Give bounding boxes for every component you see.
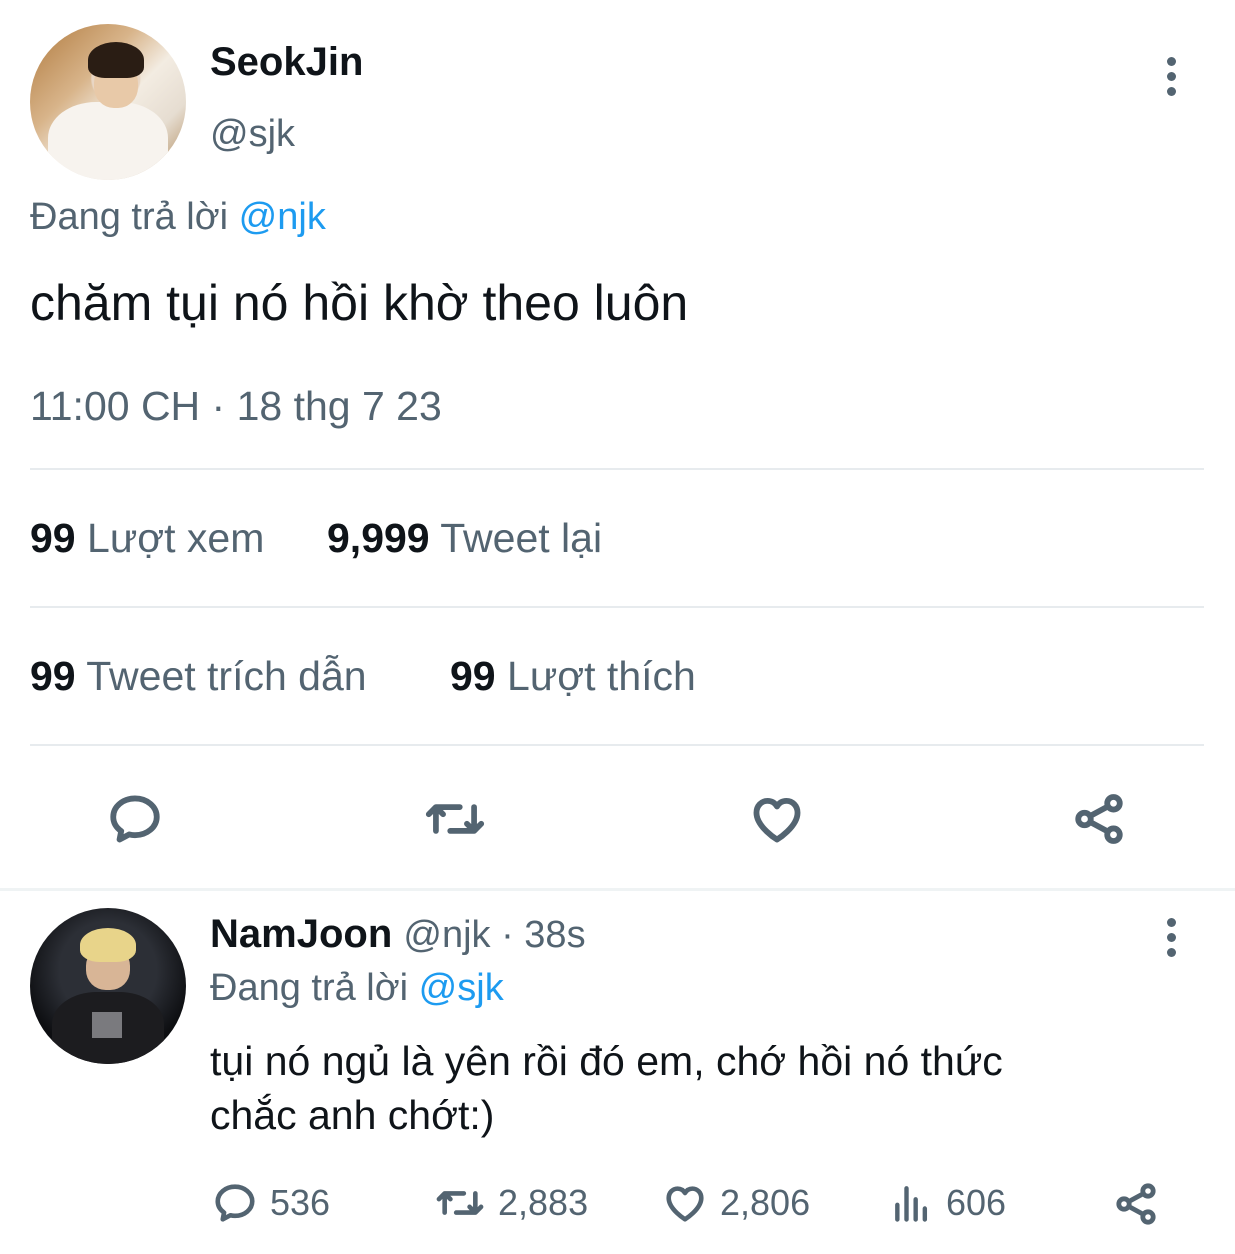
reply-icon — [215, 1184, 255, 1222]
like-count: 2,806 — [720, 1182, 811, 1223]
like-button[interactable] — [742, 784, 812, 854]
replying-to: Đang trả lời @njk — [30, 196, 326, 239]
reply-views-button[interactable]: 606 — [890, 1180, 1006, 1226]
quotes-label: Tweet trích dẫn — [86, 653, 367, 699]
reply-share-button[interactable] — [1112, 1180, 1160, 1228]
reply-text: tụi nó ngủ là yên rồi đó em, chớ hồi nó … — [210, 1034, 1003, 1142]
views-count: 606 — [946, 1182, 1007, 1223]
likes-stat[interactable]: 99 Lượt thích — [450, 653, 696, 700]
reply-reply-button[interactable]: 536 — [212, 1180, 330, 1226]
divider — [30, 744, 1204, 746]
likes-count: 99 — [450, 653, 496, 699]
reply-text-line: tụi nó ngủ là yên rồi đó em, chớ hồi nó … — [210, 1038, 1003, 1084]
reply-display-name[interactable]: NamJoon — [210, 912, 392, 956]
divider — [30, 468, 1204, 470]
retweets-count: 9,999 — [327, 515, 430, 561]
reply-button[interactable] — [100, 784, 170, 854]
reply-text-line: chắc anh chớt:) — [210, 1092, 495, 1138]
avatar-hair — [88, 42, 144, 78]
reply-handle[interactable]: @njk — [403, 914, 490, 956]
tweet-text: chăm tụi nó hồi khờ theo luôn — [30, 275, 689, 331]
reply-icon — [110, 795, 160, 843]
reply-avatar[interactable] — [30, 908, 186, 1064]
display-name[interactable]: SeokJin — [210, 40, 363, 85]
likes-label: Lượt thích — [507, 653, 696, 699]
share-icon — [1075, 794, 1123, 844]
share-button[interactable] — [1064, 784, 1134, 854]
retweet-icon — [425, 804, 485, 834]
avatar[interactable] — [30, 24, 186, 180]
heart-icon — [753, 797, 801, 843]
retweet-button[interactable] — [420, 784, 490, 854]
retweet-icon — [436, 1191, 484, 1215]
replying-prefix: Đang trả lời — [30, 196, 239, 238]
views-label: Lượt xem — [87, 515, 265, 561]
divider — [30, 606, 1204, 608]
replying-prefix: Đang trả lời — [210, 967, 419, 1009]
retweets-stat[interactable]: 9,999 Tweet lại — [327, 515, 602, 562]
section-divider — [0, 888, 1235, 891]
retweets-label: Tweet lại — [440, 515, 603, 561]
share-icon — [1116, 1183, 1156, 1225]
views-count: 99 — [30, 515, 76, 561]
reply-replying-to: Đang trả lời @sjk — [210, 967, 504, 1010]
replying-mention-link[interactable]: @njk — [239, 196, 326, 238]
more-options-icon[interactable] — [1166, 57, 1176, 96]
reply-more-options-icon[interactable] — [1166, 918, 1176, 957]
user-handle[interactable]: @sjk — [210, 113, 295, 156]
quotes-count: 99 — [30, 653, 76, 699]
heart-icon — [666, 1186, 704, 1222]
views-icon — [895, 1186, 928, 1222]
replying-mention-link[interactable]: @sjk — [419, 967, 504, 1009]
reply-time[interactable]: · 38s — [491, 914, 586, 956]
retweet-count: 2,883 — [498, 1182, 589, 1223]
tweet-timestamp[interactable]: 11:00 CH · 18 thg 7 23 — [30, 383, 442, 430]
reply-header: NamJoon @njk · 38s — [210, 912, 586, 957]
reply-count: 536 — [270, 1182, 331, 1223]
reply-like-button[interactable]: 2,806 — [662, 1180, 810, 1226]
views-stat[interactable]: 99 Lượt xem — [30, 515, 264, 562]
avatar-shirt — [48, 102, 168, 180]
avatar-shirt-print — [92, 1012, 122, 1038]
avatar-hair — [80, 928, 136, 962]
quotes-stat[interactable]: 99 Tweet trích dẫn — [30, 653, 367, 700]
reply-retweet-button[interactable]: 2,883 — [434, 1180, 588, 1226]
